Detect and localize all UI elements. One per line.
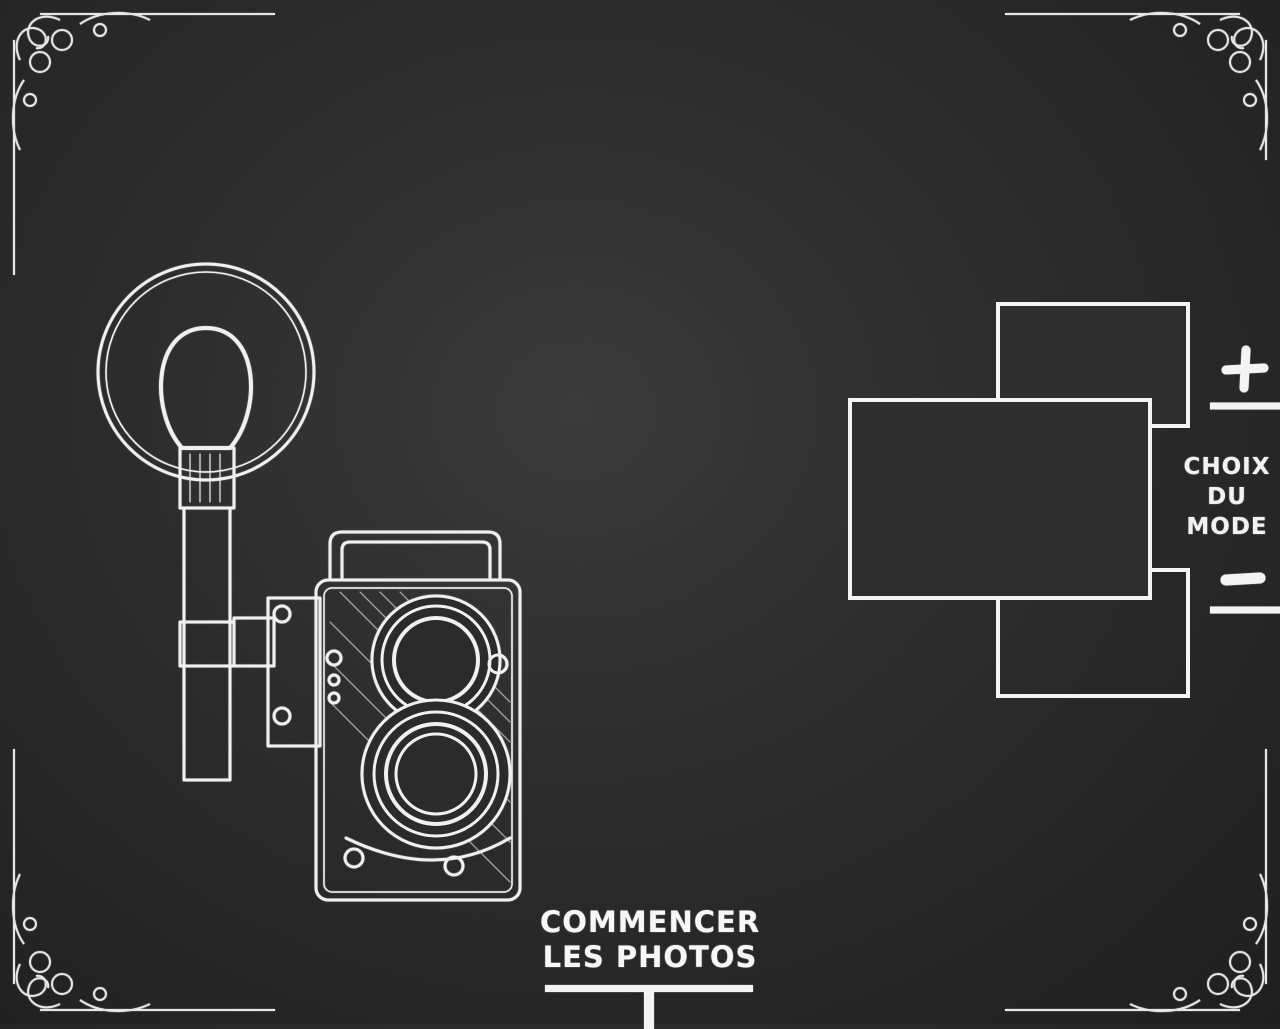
- plus-icon: [1210, 345, 1280, 410]
- mode-choice-label: CHOIX DU MODE: [1178, 452, 1276, 542]
- corner-ornament-bottom-right: [1005, 749, 1269, 1013]
- start-stem: [644, 989, 654, 1029]
- start-label-line-2: LES PHOTOS: [542, 940, 758, 974]
- mode-frame-current: [848, 398, 1152, 600]
- mode-label-line-3: MODE: [1186, 514, 1268, 540]
- minus-icon: [1210, 572, 1280, 614]
- mode-preview-stack[interactable]: [846, 298, 1192, 700]
- vintage-camera-with-flash-icon: [96, 262, 522, 902]
- mode-label-line-2: DU: [1207, 484, 1247, 510]
- mode-label-line-1: CHOIX: [1183, 454, 1271, 480]
- mode-minus-button[interactable]: [1210, 556, 1280, 616]
- mode-plus-button[interactable]: [1210, 340, 1280, 412]
- start-photos-button[interactable]: COMMENCER LES PHOTOS: [540, 905, 761, 1029]
- corner-ornament-top-left: [11, 11, 275, 275]
- start-label-line-1: COMMENCER: [540, 905, 761, 939]
- corner-ornament-top-right: [1005, 11, 1269, 160]
